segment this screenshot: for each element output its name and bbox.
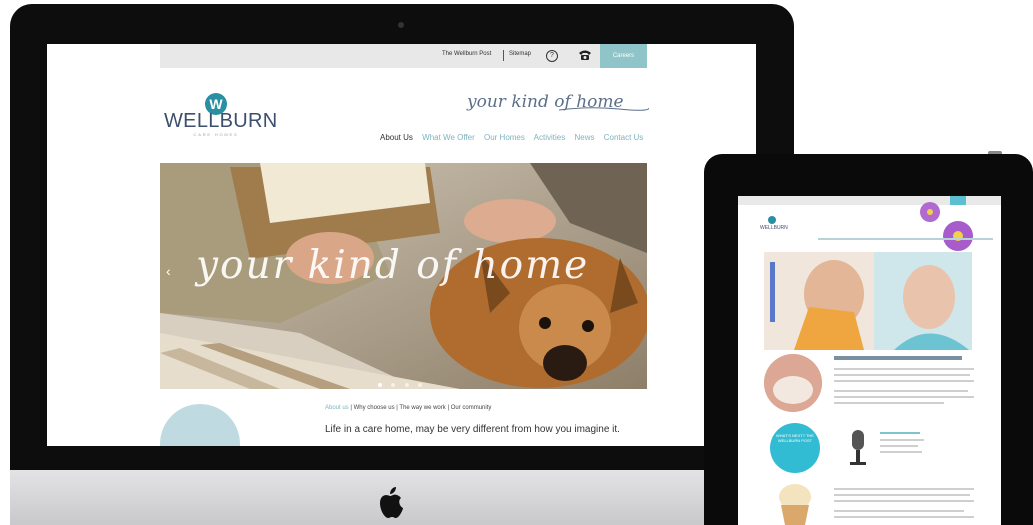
- ipad-promo-circle[interactable]: WHAT'S NEXT? THE WELLBURN POST: [770, 423, 820, 473]
- ipad-heading: [834, 356, 962, 360]
- wellburn-post-link[interactable]: The Wellburn Post: [442, 51, 491, 57]
- nav-item-news[interactable]: News: [574, 133, 594, 142]
- ipad-image-round: [764, 354, 822, 412]
- ipad-logo-mark[interactable]: [768, 216, 776, 224]
- question-circle-icon[interactable]: ?: [546, 50, 558, 62]
- subnav-why-choose-us[interactable]: Why choose us: [354, 405, 395, 411]
- ipad-nav: [818, 238, 993, 240]
- chevron-left-icon[interactable]: ‹: [166, 263, 171, 279]
- text-line: [880, 432, 920, 434]
- text-line: [834, 390, 968, 392]
- main-nav: About Us What We Offer Our Homes Activit…: [380, 133, 650, 142]
- sitemap-link[interactable]: Sitemap: [509, 51, 531, 57]
- microphone-icon: [850, 430, 866, 465]
- nav-item-contact-us[interactable]: Contact Us: [604, 133, 644, 142]
- imac-screen: The Wellburn Post Sitemap ? Careers W WE…: [47, 44, 756, 446]
- slide-dot[interactable]: [404, 383, 409, 387]
- careers-button[interactable]: Careers: [600, 44, 647, 68]
- flower-decoration: [920, 202, 973, 251]
- text-line: [834, 380, 974, 382]
- text-line: [834, 510, 964, 512]
- logo-subtitle: CARE HOMES: [193, 132, 239, 137]
- slide-indicators: [378, 374, 427, 389]
- text-line: [834, 402, 944, 404]
- text-line: [834, 494, 970, 496]
- tagline-swash: [559, 107, 649, 111]
- subnav-our-community[interactable]: Our community: [451, 405, 492, 411]
- apple-logo-icon: [380, 487, 403, 518]
- logo-name[interactable]: WELLBURN: [164, 110, 277, 133]
- hero-overlay-text: your kind of home: [196, 243, 590, 288]
- text-line: [834, 374, 970, 376]
- text-line: [834, 500, 974, 502]
- imac-chin: [10, 470, 794, 525]
- nav-item-activities[interactable]: Activities: [534, 133, 566, 142]
- ipad-logo-name[interactable]: WELLBURN: [760, 225, 788, 231]
- ipad-screen: WELLBURN WHAT'S NEXT? THE WELLBURN POST: [738, 196, 1001, 525]
- camera-dot: [398, 22, 404, 28]
- text-line: [834, 488, 974, 490]
- utility-bar: The Wellburn Post Sitemap ? Careers: [160, 44, 647, 68]
- ipad-hero-image: [764, 252, 972, 350]
- imac-bezel: The Wellburn Post Sitemap ? Careers W WE…: [10, 4, 794, 476]
- text-line: [880, 445, 918, 447]
- text-line: [880, 439, 924, 441]
- cupcake-image: [779, 484, 811, 525]
- slide-dot[interactable]: [391, 383, 396, 387]
- subnav-way-we-work[interactable]: The way we work: [399, 405, 445, 411]
- slide-dot[interactable]: [418, 383, 423, 387]
- hero-slider[interactable]: ‹ your kind of home: [160, 163, 647, 389]
- breadcrumb: About us | Why choose us | The way we wo…: [325, 405, 492, 411]
- phone-icon[interactable]: [578, 49, 592, 61]
- text-line: [834, 396, 974, 398]
- imac-device: The Wellburn Post Sitemap ? Careers W WE…: [10, 4, 794, 525]
- text-line: [880, 451, 922, 453]
- nav-item-our-homes[interactable]: Our Homes: [484, 133, 525, 142]
- nav-item-about-us[interactable]: About Us: [380, 133, 413, 142]
- divider: [503, 50, 504, 61]
- subnav-about-us[interactable]: About us: [325, 405, 349, 411]
- decorative-circle: [160, 404, 240, 446]
- ipad-device: WELLBURN WHAT'S NEXT? THE WELLBURN POST: [704, 154, 1033, 525]
- nav-item-what-we-offer[interactable]: What We Offer: [422, 133, 475, 142]
- text-line: [834, 516, 974, 518]
- text-line: [834, 368, 974, 370]
- slide-dot[interactable]: [378, 383, 382, 387]
- intro-text: Life in a care home, may be very differe…: [325, 424, 620, 435]
